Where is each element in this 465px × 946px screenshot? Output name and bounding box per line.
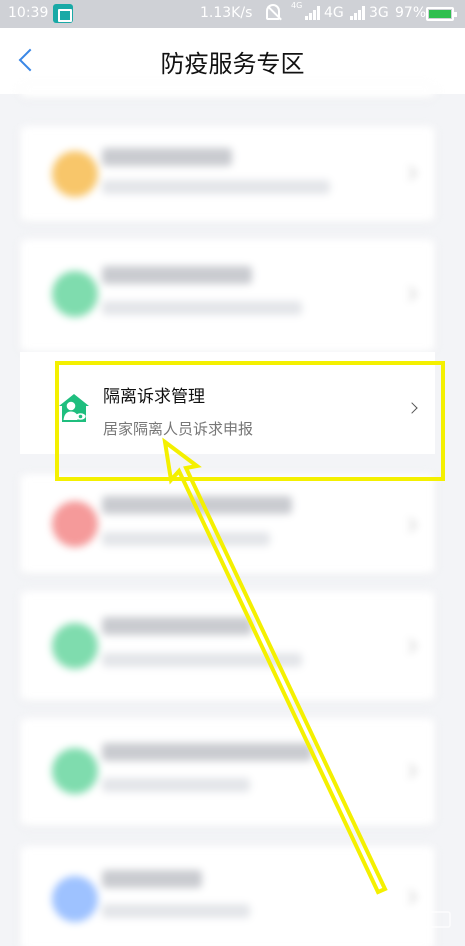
- highlight-box: [55, 361, 445, 481]
- service-icon: [52, 748, 98, 794]
- service-icon: [52, 501, 98, 547]
- screenshot-icon: [53, 4, 73, 23]
- list-item[interactable]: [20, 591, 435, 701]
- service-icon: [52, 623, 98, 669]
- list-card: [20, 84, 435, 98]
- list-item[interactable]: [20, 718, 435, 826]
- chevron-right-icon: [402, 286, 418, 302]
- baidu-watermark-logo: Bai u: [346, 900, 456, 940]
- chevron-right-icon: [402, 638, 418, 654]
- network-type-3g: 3G: [369, 5, 389, 21]
- chevron-right-icon: [402, 517, 418, 533]
- status-time: 10:39: [8, 5, 49, 21]
- paw-icon: Bai u: [346, 907, 451, 930]
- mute-bell-icon: [266, 4, 280, 20]
- page-title: 防疫服务专区: [160, 50, 305, 78]
- service-icon: [52, 876, 98, 922]
- service-icon: [52, 271, 98, 317]
- battery-percent: 97%: [395, 5, 427, 21]
- svg-text:u: u: [402, 910, 413, 930]
- network-type-small: 4G: [291, 1, 303, 10]
- signal-icon: [305, 6, 321, 20]
- svg-text:Bai: Bai: [346, 910, 374, 930]
- network-speed: 1.13K/s: [200, 5, 253, 21]
- list-item[interactable]: [20, 126, 435, 222]
- signal-icon: [350, 6, 366, 20]
- blurred-service-list: [0, 84, 465, 946]
- status-bar: 10:39 1.13K/s 4G 4G 3G 97%: [0, 0, 465, 28]
- chevron-right-icon: [402, 763, 418, 779]
- chevron-right-icon: [402, 165, 418, 181]
- battery-icon: [426, 7, 457, 21]
- list-item[interactable]: [20, 474, 435, 574]
- service-icon: [52, 151, 98, 197]
- network-type-4g: 4G: [324, 5, 344, 21]
- list-item[interactable]: [20, 239, 435, 352]
